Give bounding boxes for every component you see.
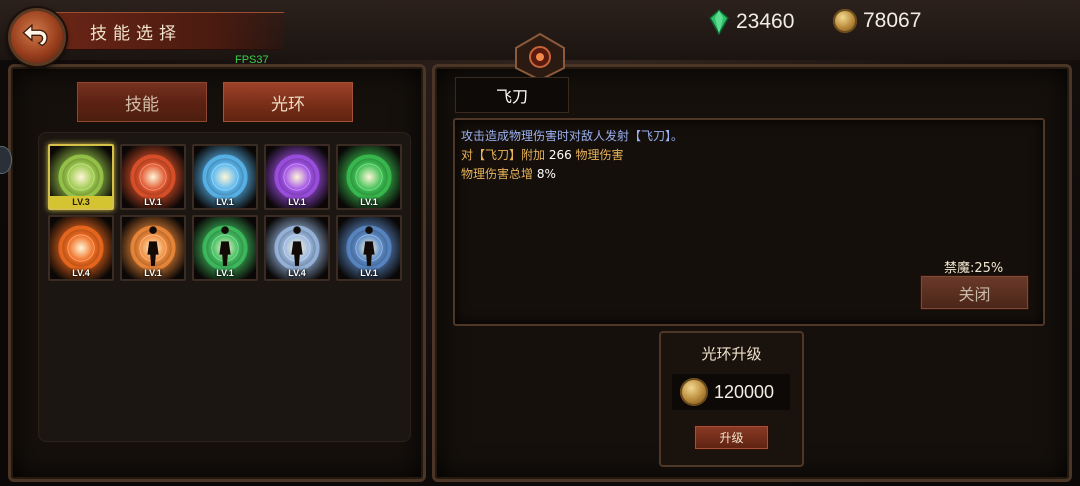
center-emblem-icon [515,32,565,82]
skill-slot[interactable]: LV.4 [48,215,114,281]
skill-slot[interactable]: LV.3 [48,144,114,210]
skill-level: LV.1 [144,197,162,207]
upgrade-cost: 120000 [672,374,790,410]
close-button[interactable]: 关闭 [920,275,1029,310]
skill-slot[interactable]: LV.1 [120,144,186,210]
gold-currency: 78067 [833,9,921,33]
gem-amount: 23460 [736,10,795,33]
skill-slot[interactable]: LV.1 [120,215,186,281]
skill-level: LV.1 [216,268,234,278]
skill-slot[interactable]: LV.4 [264,215,330,281]
skill-slot[interactable]: LV.1 [264,144,330,210]
skill-level: LV.4 [288,268,306,278]
fps-counter: FPS37 [235,54,269,66]
upgrade-cost-value: 120000 [714,381,775,402]
green-gem-icon [709,9,729,35]
skill-level: LV.4 [72,268,90,278]
skill-level: LV.1 [288,197,306,207]
skill-name-tab: 飞刀 [455,77,569,113]
magic-resist-label: 禁魔:25% [944,261,1004,276]
skill-level: LV.1 [144,268,162,278]
back-button[interactable] [8,8,66,66]
description-line-3-prefix: 物理伤害总增 [461,167,537,181]
upgrade-button[interactable]: 升级 [694,425,769,450]
skill-slot[interactable]: LV.1 [336,215,402,281]
gold-coin-icon [833,9,857,33]
tab-skill[interactable]: 技能 [76,81,208,123]
skill-slot[interactable]: LV.1 [192,215,258,281]
skill-level: LV.1 [360,197,378,207]
damage-value: 266 [548,148,572,162]
upgrade-title: 光环升级 [701,345,762,363]
gold-amount: 78067 [863,9,922,32]
page-title: 技能选择 [90,24,182,44]
description-line-1: 攻击造成物理伤害时对敌人发射【飞刀】。 [461,129,684,143]
skill-slot[interactable]: LV.1 [336,144,402,210]
gold-coin-icon [680,378,708,406]
description-line-2-prefix: 对【飞刀】附加 [461,148,549,162]
skill-level: LV.1 [216,197,234,207]
damage-bonus-value: 8% [536,167,556,181]
skill-level: LV.1 [360,268,378,278]
gem-currency: 23460 [708,9,794,35]
description-line-3: 物理伤害总增 8% [461,166,556,182]
description-line-2-suffix: 物理伤害 [571,148,624,162]
skill-level: LV.3 [50,196,112,208]
back-arrow-icon [22,23,48,47]
tab-aura[interactable]: 光环 [222,81,354,123]
description-line-2: 对【飞刀】附加 266 物理伤害 [461,147,624,163]
skill-slot[interactable]: LV.1 [192,144,258,210]
